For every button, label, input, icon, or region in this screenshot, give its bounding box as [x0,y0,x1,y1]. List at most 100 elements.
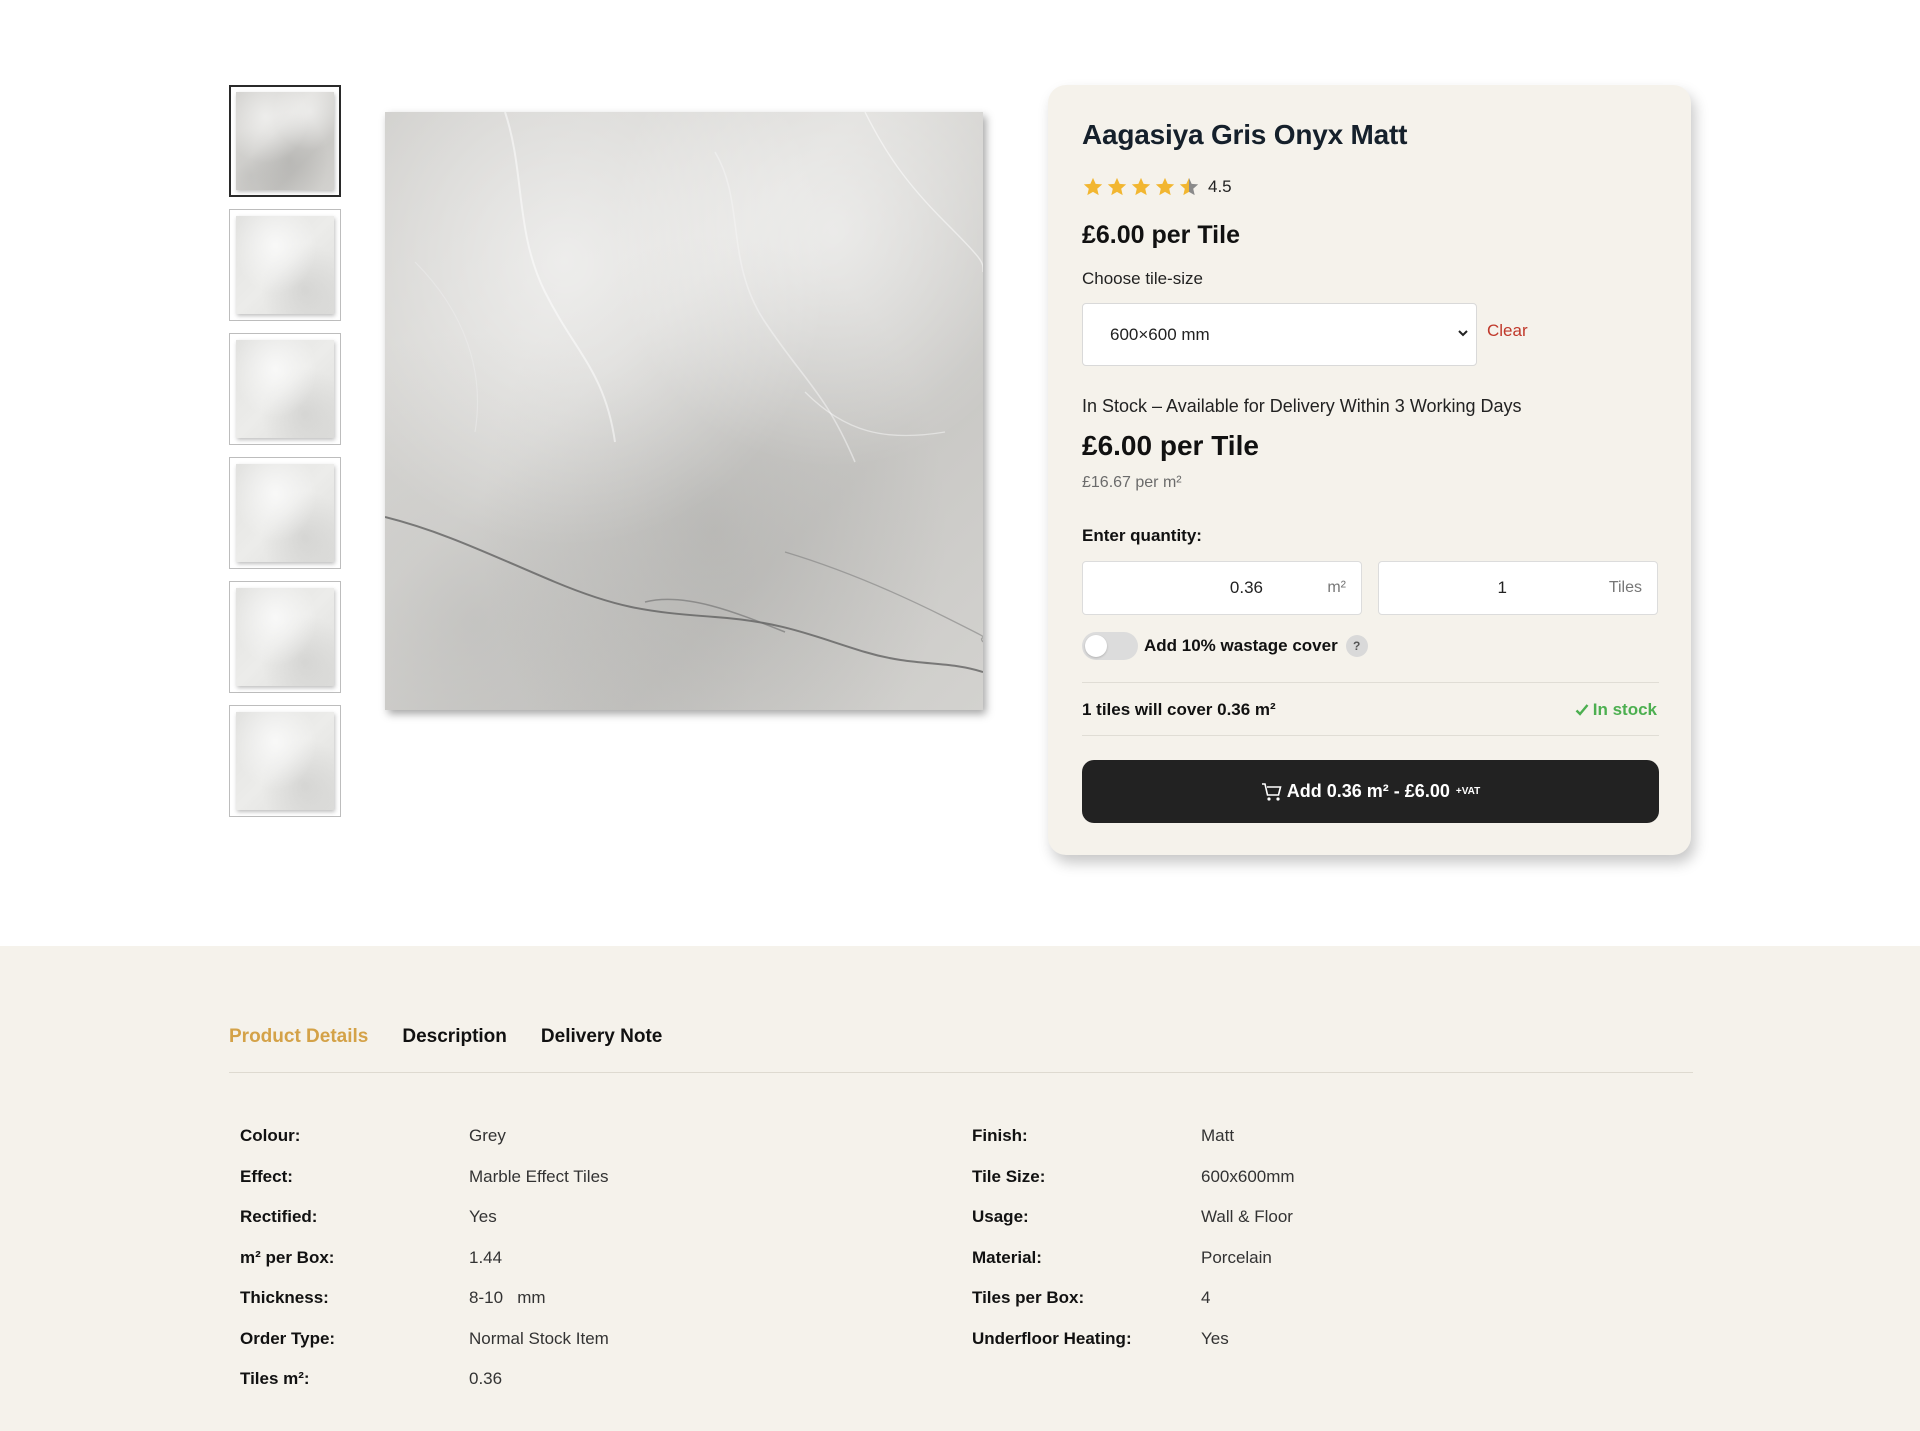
star-icon [1155,177,1175,196]
add-to-cart-label: Add 0.36 m² - £6.00 [1286,781,1450,801]
thumbnail-4[interactable] [229,457,341,569]
wastage-label: Add 10% wastage cover [1144,636,1338,655]
spec-value: Normal Stock Item [469,1328,609,1348]
help-icon[interactable]: ? [1345,635,1368,657]
star-rating: 4.5 [1082,176,1232,198]
spec-row: Tile Size: 600x600mm [972,1157,1295,1198]
product-panel: Aagasiya Gris Onyx Matt 4.5 £6.00 per Ti… [1048,85,1691,855]
divider [1082,682,1659,683]
spec-value: Yes [469,1207,497,1227]
spec-value: Grey [469,1126,506,1146]
spec-key: m² per Box: [240,1247,335,1267]
in-stock-badge: In stock [1575,700,1657,720]
quantity-m2-input[interactable] [1083,562,1293,614]
spec-list-left: Colour: Grey Effect: Marble Effect Tiles R… [240,1116,609,1400]
spec-value: 1.44 [469,1247,503,1267]
toggle-knob [1085,635,1107,657]
wastage-option: Add 10% wastage cover ? [1082,632,1368,660]
spec-row: m² per Box: 1.44 [240,1238,609,1279]
spec-value: Porcelain [1201,1247,1272,1267]
spec-row: Order Type: Normal Stock Item [240,1319,609,1360]
add-to-cart-button[interactable]: Add 0.36 m² - £6.00 +VAT [1082,760,1659,823]
spec-key: Order Type: [240,1328,336,1348]
details-tabs: Product Details Description Delivery Not… [229,1026,696,1048]
tab-product-details[interactable]: Product Details [229,1026,368,1048]
price-per-tile-large: £6.00 per Tile [1082,430,1259,461]
spec-key: Material: [972,1247,1042,1267]
product-title: Aagasiya Gris Onyx Matt [1082,119,1408,150]
quantity-label: Enter quantity: [1082,526,1202,545]
coverage-text: 1 tiles will cover 0.36 m² [1082,700,1276,719]
product-details-section: Product Details Description Delivery Not… [0,946,1920,1431]
spec-list-right: Finish: Matt Tile Size: 600x600mm Usage: Wa… [972,1116,1295,1359]
spec-key: Usage: [972,1207,1029,1227]
price-per-m2: £16.67 per m² [1082,474,1182,491]
quantity-m2-box: m² [1082,561,1362,615]
spec-row: Underfloor Heating: Yes [972,1319,1295,1360]
checkmark-icon [1575,704,1589,716]
star-icon [1107,177,1127,196]
spec-key: Thickness: [240,1288,329,1308]
spec-key: Effect: [240,1166,293,1186]
quantity-m2-unit: m² [1327,579,1346,596]
spec-row: Material: Porcelain [972,1238,1295,1279]
spec-row: Usage: Wall & Floor [972,1197,1295,1238]
chevron-down-icon [1458,330,1468,337]
stock-availability-message: In Stock – Available for Delivery Within… [1082,396,1522,416]
spec-key: Tiles m²: [240,1369,310,1389]
spec-value: Marble Effect Tiles [469,1166,609,1186]
thumbnail-3[interactable] [229,333,341,445]
thumbnail-6[interactable] [229,705,341,817]
spec-row: Colour: Grey [240,1116,609,1157]
tile-size-selected-value: 600×600 mm [1110,324,1210,344]
star-icon [1083,177,1103,196]
spec-row: Tiles per Box: 4 [972,1278,1295,1319]
tile-size-select[interactable]: 600×600 mm [1082,303,1477,366]
spec-row: Effect: Marble Effect Tiles [240,1157,609,1198]
spec-value: Yes [1201,1328,1229,1348]
quantity-tiles-box: Tiles [1378,561,1658,615]
tile-thumbnail-image [236,712,334,810]
tile-thumbnail-image [236,340,334,438]
tile-thumbnail-image [236,216,334,314]
spec-value: 4 [1201,1288,1211,1308]
cart-icon [1261,782,1282,801]
vat-label: +VAT [1455,786,1481,797]
tile-thumbnail-image [236,92,334,190]
thumbnail-2[interactable] [229,209,341,321]
clear-size-link[interactable]: Clear [1487,321,1528,341]
tile-size-label: Choose tile-size [1082,269,1203,288]
spec-value: Matt [1201,1126,1235,1146]
price-per-tile: £6.00 per Tile [1082,221,1240,249]
spec-value: Wall & Floor [1201,1207,1293,1227]
divider [1082,735,1659,736]
thumbnail-1[interactable] [229,85,341,197]
tabs-divider [229,1072,1693,1073]
wastage-toggle[interactable] [1082,632,1138,660]
tile-thumbnail-image [236,464,334,562]
spec-row: Tiles m²: 0.36 [240,1359,609,1400]
spec-key: Colour: [240,1126,301,1146]
quantity-tiles-unit: Tiles [1608,579,1642,596]
spec-row: Rectified: Yes [240,1197,609,1238]
spec-row: Thickness: 8-10 mm [240,1278,609,1319]
spec-key: Finish: [972,1126,1028,1146]
spec-value: 600x600mm [1201,1166,1295,1186]
spec-row: Finish: Matt [972,1116,1295,1157]
star-icon [1131,177,1151,196]
tab-delivery-note[interactable]: Delivery Note [541,1026,662,1048]
in-stock-text: In stock [1592,700,1657,719]
spec-value: 0.36 [469,1369,503,1389]
half-star-icon [1179,177,1199,196]
spec-key: Tiles per Box: [972,1288,1085,1308]
spec-value: 8-10 mm [469,1288,546,1308]
tile-thumbnail-image [236,588,334,686]
spec-key: Tile Size: [972,1166,1046,1186]
thumbnail-strip [229,85,341,829]
quantity-tiles-input[interactable] [1379,562,1519,614]
tab-description[interactable]: Description [402,1026,507,1048]
rating-value: 4.5 [1208,177,1232,196]
thumbnail-5[interactable] [229,581,341,693]
spec-key: Underfloor Heating: [972,1328,1132,1348]
main-product-image[interactable] [385,112,983,710]
